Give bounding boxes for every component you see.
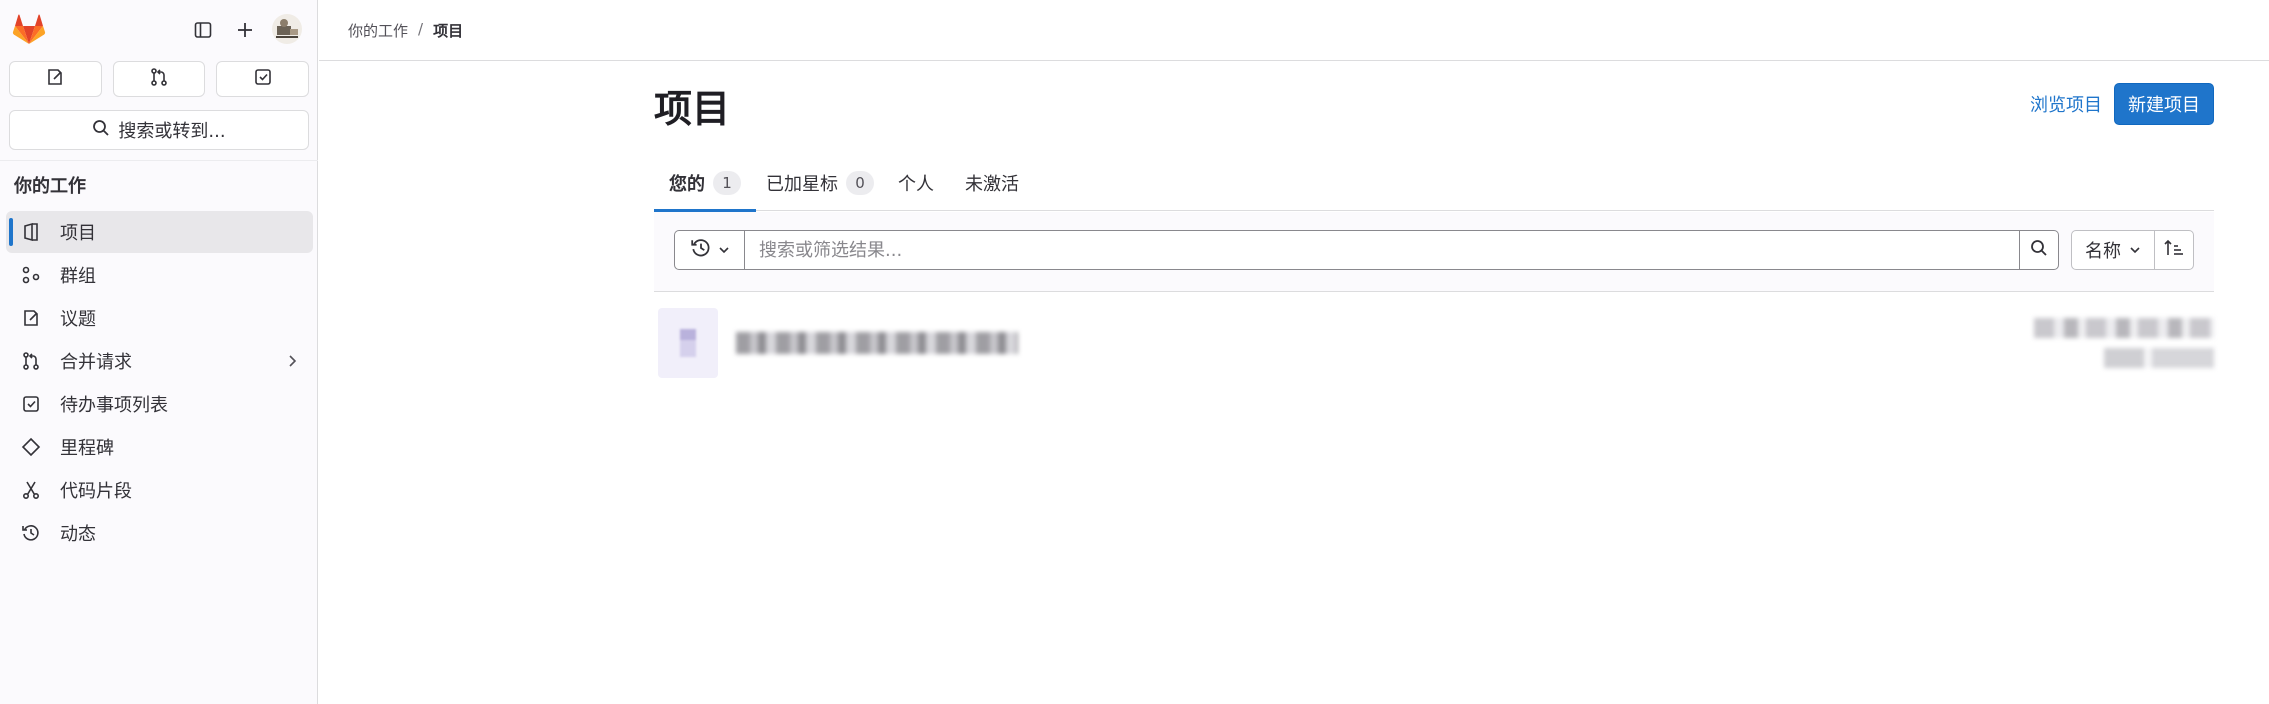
sort-field-label: 名称 <box>2085 241 2121 262</box>
group-icon <box>20 264 42 286</box>
filter-bar: 名称 <box>654 212 2214 292</box>
sidebar-item-label: 代码片段 <box>60 481 132 502</box>
tab-label: 您的 <box>669 174 705 195</box>
sidebar-item-label: 待办事项列表 <box>60 395 168 416</box>
sidebar-item-label: 议题 <box>60 309 96 330</box>
chevron-down-icon <box>718 241 730 260</box>
sidebar: 搜索或转到... 你的工作 项目 群组 议题 合并请求 待办事项列表 里程碑 代… <box>0 0 318 704</box>
breadcrumb-separator: / <box>418 20 424 38</box>
tab-inactive[interactable]: 未激活 <box>965 155 1019 211</box>
project-avatar[interactable] <box>658 308 718 378</box>
assigned-issues-button[interactable] <box>9 61 102 97</box>
project-tabs: 您的 1 已加星标 0 个人 未激活 <box>654 155 2214 212</box>
search-submit-button[interactable] <box>2020 230 2059 270</box>
tab-yours[interactable]: 您的 1 <box>654 155 756 212</box>
todo-icon <box>253 67 273 91</box>
merge-request-icon <box>20 350 42 372</box>
sort-ascending-icon <box>2163 238 2185 262</box>
merge-request-icon <box>149 67 169 91</box>
chevron-down-icon <box>2129 240 2141 261</box>
tab-starred[interactable]: 已加星标 0 <box>766 155 874 211</box>
sidebar-item-groups[interactable]: 群组 <box>6 254 313 296</box>
sidebar-header <box>0 0 318 58</box>
gitlab-logo-icon[interactable] <box>12 13 46 45</box>
sidebar-item-projects[interactable]: 项目 <box>6 211 313 253</box>
sidebar-item-label: 项目 <box>60 223 96 244</box>
tab-label: 未激活 <box>965 174 1019 195</box>
project-icon <box>20 221 42 243</box>
project-name-redacted[interactable] <box>736 332 1018 354</box>
sidebar-item-label: 群组 <box>60 266 96 287</box>
breadcrumb-current[interactable]: 项目 <box>433 20 463 41</box>
sidebar-item-milestones[interactable]: 里程碑 <box>6 426 313 468</box>
count-badge: 0 <box>846 171 874 195</box>
todos-button[interactable] <box>216 61 310 97</box>
toggle-sidebar-icon[interactable] <box>188 15 218 45</box>
sidebar-item-todos[interactable]: 待办事项列表 <box>6 383 313 425</box>
todo-icon <box>20 393 42 415</box>
breadcrumb-parent[interactable]: 你的工作 <box>348 20 408 41</box>
page-title: 项目 <box>654 87 731 131</box>
sidebar-item-snippets[interactable]: 代码片段 <box>6 469 313 511</box>
sidebar-item-activity[interactable]: 动态 <box>6 512 313 554</box>
new-project-button[interactable]: 新建项目 <box>2114 83 2214 125</box>
sidebar-item-label: 合并请求 <box>60 352 132 373</box>
sidebar-item-issues[interactable]: 议题 <box>6 297 313 339</box>
tab-label: 个人 <box>898 174 934 195</box>
issues-icon <box>20 307 42 329</box>
breadcrumb: 你的工作 / 项目 <box>348 20 463 41</box>
top-bar: 你的工作 / 项目 <box>319 0 2269 61</box>
count-badge: 1 <box>713 171 741 195</box>
sidebar-nav: 项目 群组 议题 合并请求 待办事项列表 里程碑 代码片段 动态 <box>6 211 313 555</box>
search-button[interactable]: 搜索或转到... <box>9 110 309 150</box>
tab-label: 已加星标 <box>766 174 838 195</box>
explore-projects-link[interactable]: 浏览项目 <box>2030 91 2102 117</box>
sidebar-item-label: 里程碑 <box>60 438 114 459</box>
snippet-icon <box>20 479 42 501</box>
project-meta-redacted <box>2034 318 2214 338</box>
milestone-icon <box>20 436 42 458</box>
sidebar-section-title: 你的工作 <box>14 176 86 197</box>
sidebar-divider <box>0 160 318 161</box>
filter-search-input[interactable] <box>744 230 2020 270</box>
history-icon <box>690 237 712 263</box>
project-list-item[interactable] <box>654 300 2214 390</box>
sidebar-item-merge-requests[interactable]: 合并请求 <box>6 340 313 382</box>
create-new-icon[interactable] <box>230 15 260 45</box>
user-avatar[interactable] <box>272 14 302 44</box>
sidebar-item-label: 动态 <box>60 524 96 545</box>
recent-searches-button[interactable] <box>674 230 744 270</box>
quick-actions <box>9 61 310 97</box>
sort-field-dropdown[interactable]: 名称 <box>2071 230 2155 270</box>
search-icon <box>92 119 110 142</box>
chevron-right-icon <box>285 352 299 375</box>
project-updated-redacted <box>2104 348 2214 368</box>
issues-icon <box>45 67 65 91</box>
sort-direction-button[interactable] <box>2154 230 2194 270</box>
merge-requests-button[interactable] <box>112 61 206 97</box>
activity-icon <box>20 522 42 544</box>
tab-personal[interactable]: 个人 <box>898 155 934 211</box>
search-button-label: 搜索或转到... <box>118 121 226 142</box>
search-icon <box>2030 239 2048 261</box>
